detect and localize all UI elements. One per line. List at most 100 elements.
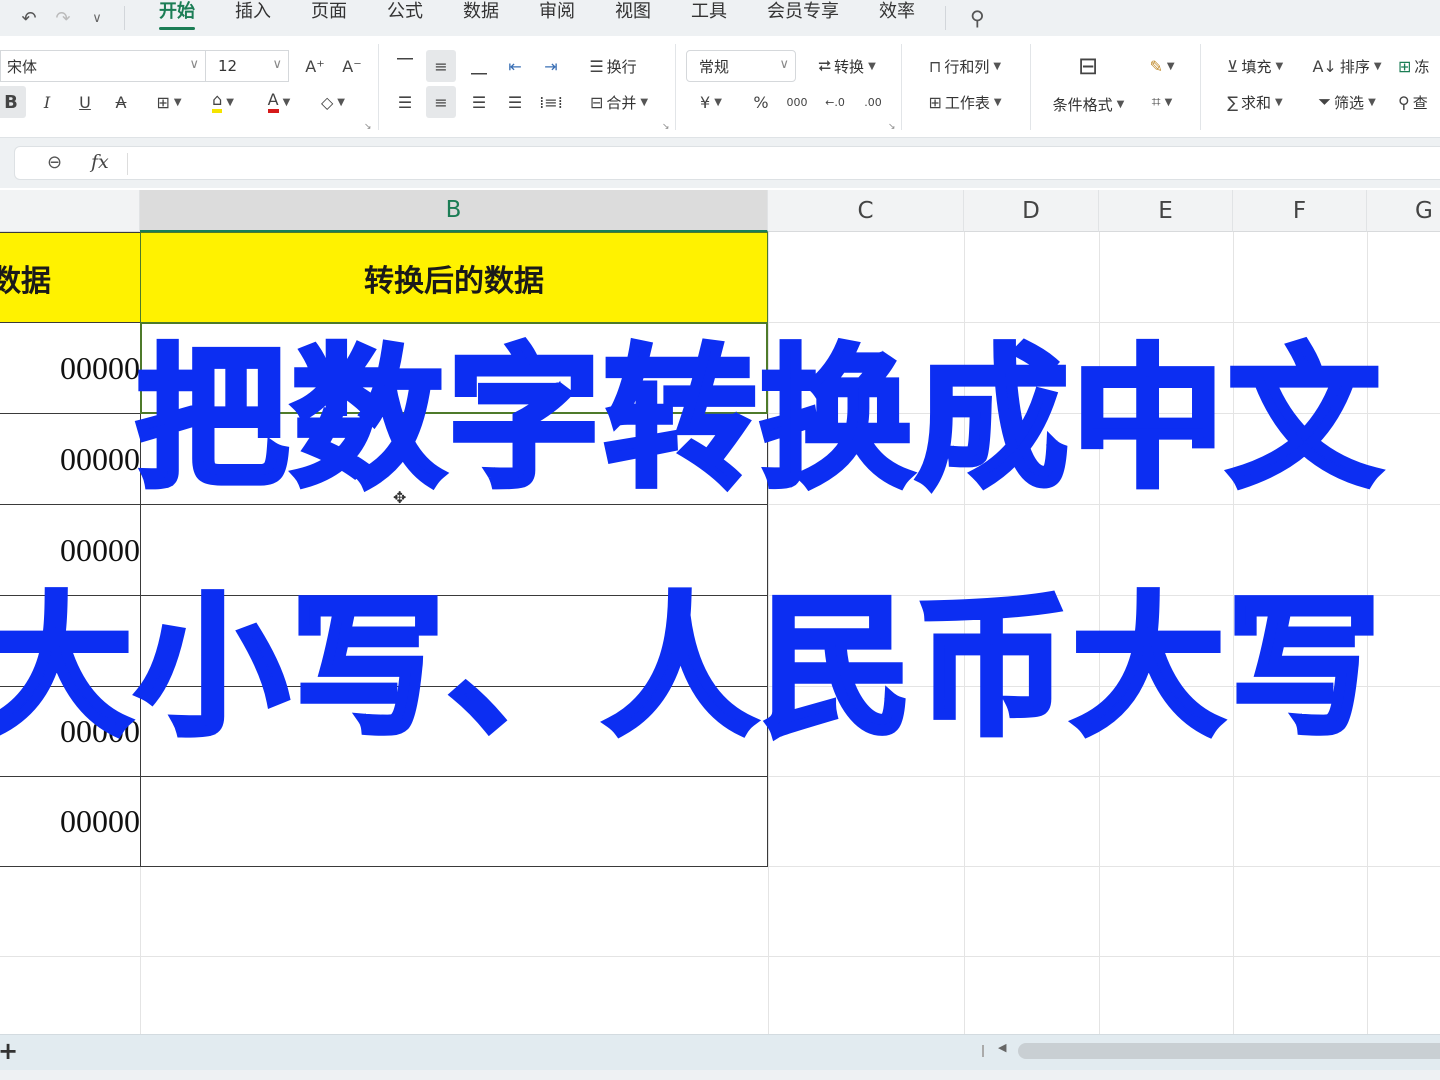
undo-icon[interactable]: ↶ bbox=[12, 8, 46, 29]
align-right-button[interactable]: ☰ bbox=[464, 86, 494, 118]
clear-format-button[interactable]: ◇ ▼ bbox=[310, 86, 356, 118]
justify-button[interactable]: ☰ bbox=[500, 86, 530, 118]
decrease-indent-button[interactable]: ⇤ bbox=[500, 50, 530, 82]
dialog-launcher-icon[interactable]: ↘ bbox=[364, 122, 372, 132]
table-row-2-cell-a[interactable]: 00000 bbox=[0, 413, 141, 505]
table-row-3-cell-b[interactable] bbox=[140, 504, 768, 596]
add-sheet-button[interactable]: + bbox=[0, 1037, 18, 1065]
fill-button[interactable]: ⊻ 填充 ▼ bbox=[1214, 50, 1296, 82]
worksheet-button[interactable]: ⊞ 工作表 ▼ bbox=[916, 86, 1014, 118]
tab-formula[interactable]: 公式 bbox=[367, 0, 443, 36]
column-header-c[interactable]: C bbox=[768, 190, 964, 232]
table-row-4-cell-a[interactable] bbox=[0, 595, 141, 687]
paint-bucket-icon: ⌂ bbox=[212, 91, 223, 113]
tab-insert[interactable]: 插入 bbox=[215, 0, 291, 36]
tab-home[interactable]: 开始 bbox=[139, 0, 215, 36]
dialog-launcher-icon[interactable]: ↘ bbox=[888, 122, 896, 132]
column-header-b[interactable]: B bbox=[140, 190, 768, 232]
gridline bbox=[768, 322, 1440, 323]
bold-button[interactable]: B bbox=[0, 86, 26, 118]
tab-data[interactable]: 数据 bbox=[443, 0, 519, 36]
conditional-format-button[interactable]: 条件格式 ▼ bbox=[1044, 88, 1130, 120]
header-cell-b[interactable]: 转换后的数据 bbox=[140, 232, 768, 323]
merge-button[interactable]: ⊟ 合并 ▼ bbox=[578, 86, 660, 118]
column-header-e[interactable]: E bbox=[1099, 190, 1233, 232]
fill-color-button[interactable]: ⌂ ▼ bbox=[200, 86, 246, 118]
filter-button[interactable]: ⏷ 筛选 ▼ bbox=[1306, 86, 1388, 118]
align-left-button[interactable]: ☰ bbox=[390, 86, 420, 118]
tab-efficiency[interactable]: 效率 bbox=[859, 0, 935, 36]
freeze-button[interactable]: ⊞ 冻 bbox=[1398, 50, 1440, 82]
header-b-text: 转换后的数据 bbox=[364, 263, 544, 299]
align-middle-button[interactable]: ≡ bbox=[426, 50, 456, 82]
zoom-formula-icon[interactable]: ⊖ bbox=[47, 152, 62, 173]
table-row-6-cell-b[interactable] bbox=[140, 776, 768, 867]
borders-button[interactable]: ⊞ ▼ bbox=[146, 86, 192, 118]
font-size-select[interactable]: 12 ∨ bbox=[205, 50, 289, 82]
cell-format-button[interactable]: ⌗ ▼ bbox=[1140, 86, 1184, 118]
align-top-button[interactable]: ⎺ bbox=[390, 50, 420, 82]
strikethrough-button[interactable]: A bbox=[106, 86, 136, 118]
scroll-left-icon[interactable]: ◀ bbox=[998, 1041, 1006, 1054]
header-cell-a[interactable]: 数据 bbox=[0, 232, 141, 323]
column-header-a[interactable] bbox=[0, 190, 140, 232]
decrease-decimal-button[interactable]: .00 bbox=[858, 86, 888, 118]
increase-font-button[interactable]: A⁺ bbox=[300, 50, 330, 82]
tab-tools[interactable]: 工具 bbox=[671, 0, 747, 36]
underline-button[interactable]: U bbox=[70, 86, 100, 118]
table-row-3-cell-a[interactable]: 00000 bbox=[0, 504, 141, 596]
horizontal-scrollbar[interactable] bbox=[1018, 1043, 1440, 1059]
chevron-down-icon[interactable]: ∨ bbox=[80, 11, 114, 26]
table-row-2-cell-b[interactable] bbox=[140, 413, 768, 505]
table-row-5-cell-a[interactable]: 00000 bbox=[0, 686, 141, 777]
wrap-text-button[interactable]: ☰ 换行 bbox=[578, 50, 648, 82]
search-icon[interactable]: ⚲ bbox=[970, 6, 985, 30]
align-left-icon: ☰ bbox=[397, 92, 413, 112]
divider bbox=[945, 6, 946, 30]
redo-icon[interactable]: ↷ bbox=[46, 8, 80, 29]
tab-review[interactable]: 审阅 bbox=[519, 0, 595, 36]
percent-button[interactable]: % bbox=[746, 86, 776, 118]
justify-icon: ☰ bbox=[507, 92, 523, 112]
chevron-down-icon: ∨ bbox=[272, 57, 282, 72]
thousands-button[interactable]: 000 bbox=[782, 86, 812, 118]
find-button[interactable]: ⚲ 查 bbox=[1398, 86, 1440, 118]
currency-button[interactable]: ¥ ▼ bbox=[688, 86, 734, 118]
column-header-d[interactable]: D bbox=[964, 190, 1099, 232]
cell-style-button[interactable]: ✎ ▼ bbox=[1140, 50, 1184, 82]
formula-bar[interactable]: ⊖ fx bbox=[14, 146, 1440, 180]
dialog-launcher-icon[interactable]: ↘ bbox=[662, 122, 670, 132]
rows-cols-button[interactable]: ⊓ 行和列 ▼ bbox=[916, 50, 1014, 82]
number-format-select[interactable]: 常规 ∨ bbox=[686, 50, 796, 82]
table-row-6-cell-a[interactable]: 00000 bbox=[0, 776, 141, 867]
divider bbox=[124, 6, 125, 30]
merge-label: 合并 bbox=[606, 93, 637, 112]
increase-decimal-button[interactable]: ←.0 bbox=[820, 86, 850, 118]
align-center-button[interactable]: ≡ bbox=[426, 86, 456, 118]
tab-member[interactable]: 会员专享 bbox=[747, 0, 859, 36]
table-row-5-cell-b[interactable] bbox=[140, 686, 768, 777]
fx-icon[interactable]: fx bbox=[91, 151, 109, 173]
column-header-g[interactable]: G bbox=[1367, 190, 1440, 232]
tab-view[interactable]: 视图 bbox=[595, 0, 671, 36]
distributed-button[interactable]: ⁞≡⁞ bbox=[536, 86, 566, 118]
borders-icon: ⊞ bbox=[156, 92, 170, 112]
conditional-format-icon-button[interactable]: ⊟ bbox=[1068, 50, 1108, 82]
table-row-4-cell-b[interactable] bbox=[140, 595, 768, 687]
column-header-f[interactable]: F bbox=[1233, 190, 1367, 232]
tab-page[interactable]: 页面 bbox=[291, 0, 367, 36]
chevron-down-icon: ▼ bbox=[1373, 60, 1382, 72]
convert-button[interactable]: ⮂ 转换 ▼ bbox=[806, 50, 888, 82]
table-row-1-cell-a[interactable]: 00000 bbox=[0, 322, 141, 414]
decrease-font-button[interactable]: A⁻ bbox=[337, 50, 367, 82]
font-name-select[interactable]: 宋体 ∨ bbox=[0, 50, 206, 82]
sort-button[interactable]: A↓ 排序 ▼ bbox=[1306, 50, 1388, 82]
italic-button[interactable]: I bbox=[32, 86, 62, 118]
align-bottom-button[interactable]: ⎽ bbox=[464, 50, 494, 82]
increase-indent-button[interactable]: ⇥ bbox=[536, 50, 566, 82]
font-color-button[interactable]: A ▼ bbox=[256, 86, 302, 118]
spreadsheet-grid[interactable]: 数据 转换后的数据 00000 00000 00000 00000 00000 bbox=[0, 232, 1440, 1034]
chevron-down-icon: ▼ bbox=[1275, 60, 1284, 72]
sum-button[interactable]: ∑ 求和 ▼ bbox=[1214, 86, 1296, 118]
chevron-down-icon: ▼ bbox=[714, 96, 722, 108]
